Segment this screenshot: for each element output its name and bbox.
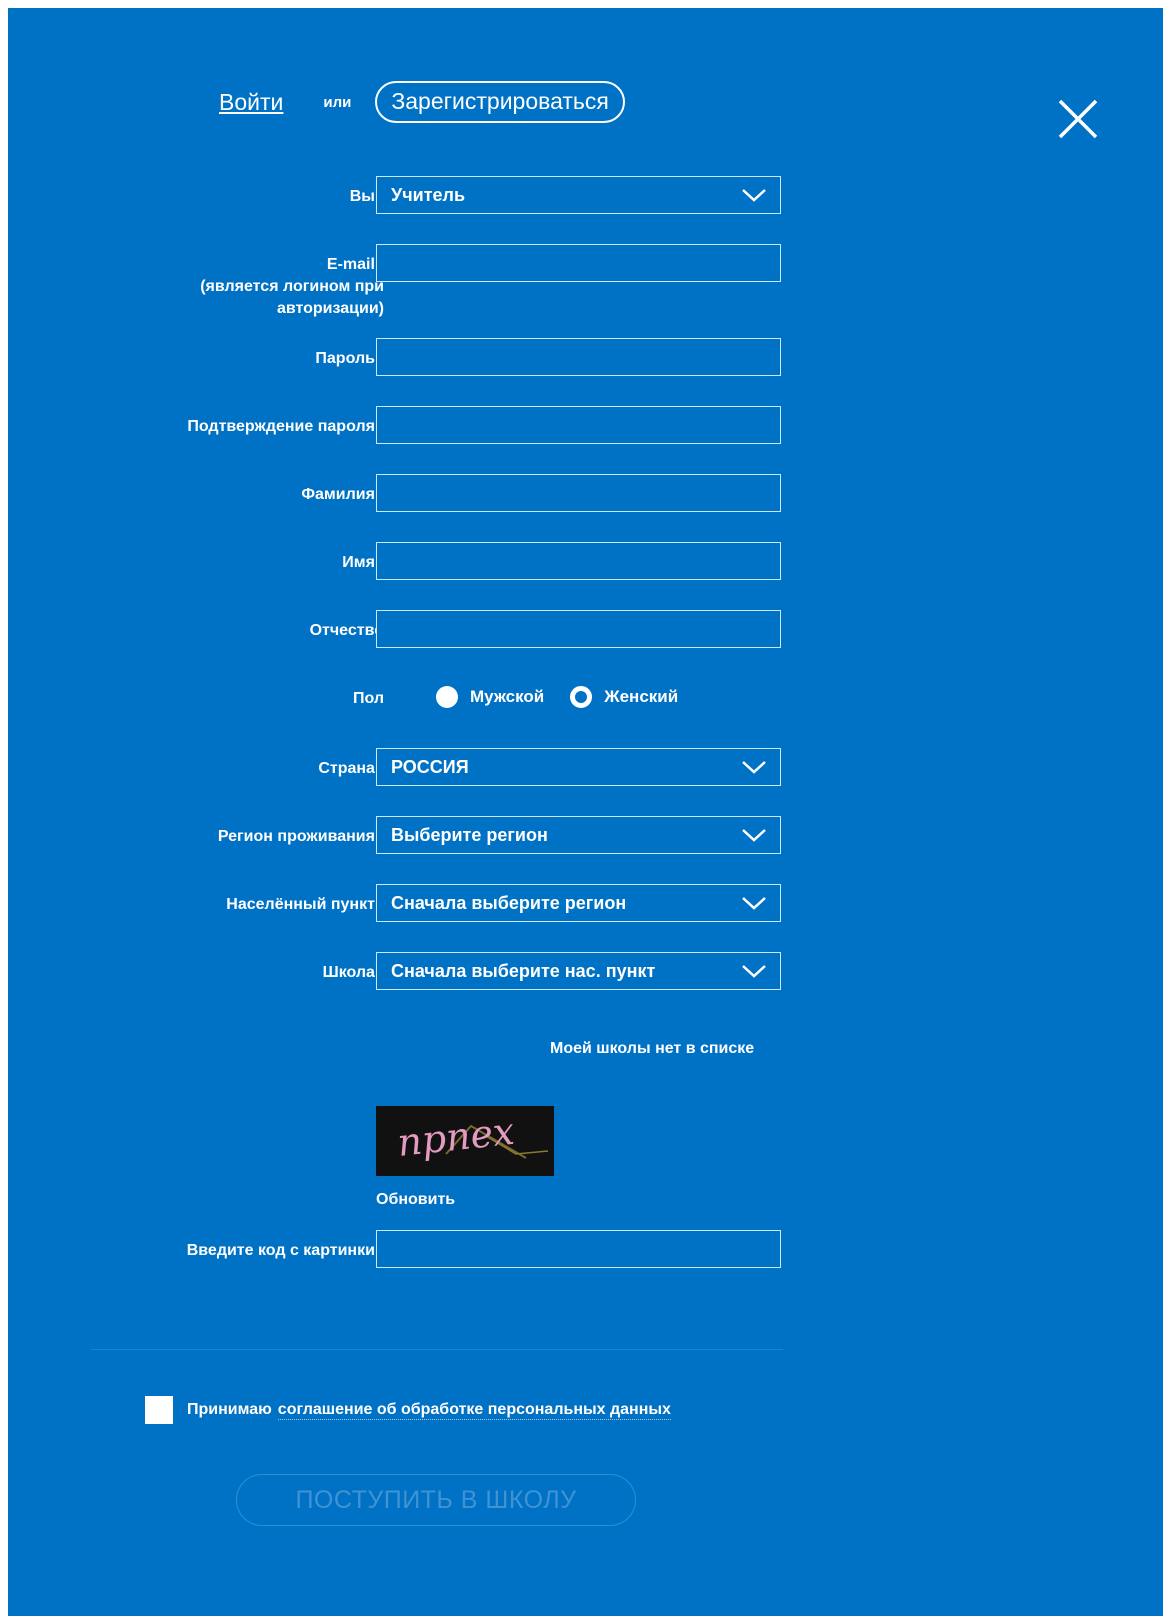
- chevron-down-icon: [742, 829, 766, 842]
- password-label: Пароль*: [315, 350, 384, 367]
- gender-male-option[interactable]: Мужской: [436, 686, 544, 708]
- country-value: РОССИЯ: [391, 756, 469, 777]
- email-field[interactable]: [376, 244, 781, 282]
- gender-female-radio[interactable]: [570, 686, 593, 708]
- region-select[interactable]: Выберите регион: [376, 816, 781, 854]
- login-link[interactable]: Войти: [219, 89, 283, 116]
- chevron-down-icon: [742, 761, 766, 774]
- city-select[interactable]: Сначала выберите регион: [376, 884, 781, 922]
- chevron-down-icon: [742, 965, 766, 978]
- registration-panel: Войти или Зарегистрироваться Вы* Учитель…: [8, 8, 1163, 1616]
- school-select[interactable]: Сначала выберите нас. пункт: [376, 952, 781, 990]
- divider: [91, 1349, 783, 1350]
- password-confirm-label: Подтверждение пароля*: [187, 418, 384, 435]
- country-select[interactable]: РОССИЯ: [376, 748, 781, 786]
- email-hint-line1: (является логином при: [200, 278, 384, 295]
- region-label: Регион проживания*: [217, 828, 384, 845]
- email-hint-line2: авторизации): [276, 300, 384, 317]
- middle-name-field[interactable]: [376, 610, 781, 648]
- captcha-refresh-link[interactable]: Обновить: [376, 1191, 455, 1209]
- gender-male-radio[interactable]: [436, 686, 458, 708]
- last-name-label: Фамилия*: [301, 486, 384, 503]
- agreement-prefix: Принимаю: [187, 1401, 272, 1418]
- gender-label: Пол: [352, 690, 384, 707]
- role-select[interactable]: Учитель: [376, 176, 781, 214]
- captcha-image: npnex: [376, 1106, 554, 1176]
- school-value: Сначала выберите нас. пункт: [391, 960, 656, 981]
- register-tab[interactable]: Зарегистрироваться: [375, 81, 625, 123]
- close-icon[interactable]: [1056, 97, 1100, 141]
- gender-female-option[interactable]: Женский: [570, 686, 678, 708]
- agreement-link[interactable]: соглашение об обработке персональных дан…: [277, 1401, 671, 1420]
- gender-female-label: Женский: [604, 687, 679, 706]
- agreement-checkbox[interactable]: [145, 1396, 173, 1424]
- email-label: E-mail* (является логином при авторизаци…: [200, 256, 384, 317]
- gender-male-label: Мужской: [470, 687, 545, 706]
- agreement-row: Принимаю соглашение об обработке персона…: [145, 1396, 671, 1424]
- last-name-field[interactable]: [376, 474, 781, 512]
- middle-name-label: Отчество: [309, 622, 384, 639]
- gender-options: Мужской Женский: [436, 678, 704, 716]
- password-field[interactable]: [376, 338, 781, 376]
- first-name-field[interactable]: [376, 542, 781, 580]
- role-value: Учитель: [391, 184, 466, 205]
- password-confirm-field[interactable]: [376, 406, 781, 444]
- city-label: Населённый пункт*: [226, 896, 384, 913]
- auth-switch: Войти или Зарегистрироваться: [219, 81, 625, 123]
- or-text: или: [323, 93, 352, 111]
- region-value: Выберите регион: [391, 824, 548, 845]
- chevron-down-icon: [742, 897, 766, 910]
- school-label: Школа*: [322, 964, 384, 981]
- city-value: Сначала выберите регион: [391, 892, 627, 913]
- captcha-input[interactable]: [376, 1230, 781, 1268]
- captcha-label: Введите код с картинки*: [186, 1242, 384, 1259]
- submit-button[interactable]: ПОСТУПИТЬ В ШКОЛУ: [236, 1474, 636, 1526]
- chevron-down-icon: [742, 189, 766, 202]
- no-school-link[interactable]: Моей школы нет в списке: [550, 1040, 754, 1058]
- country-label: Страна*: [318, 760, 384, 777]
